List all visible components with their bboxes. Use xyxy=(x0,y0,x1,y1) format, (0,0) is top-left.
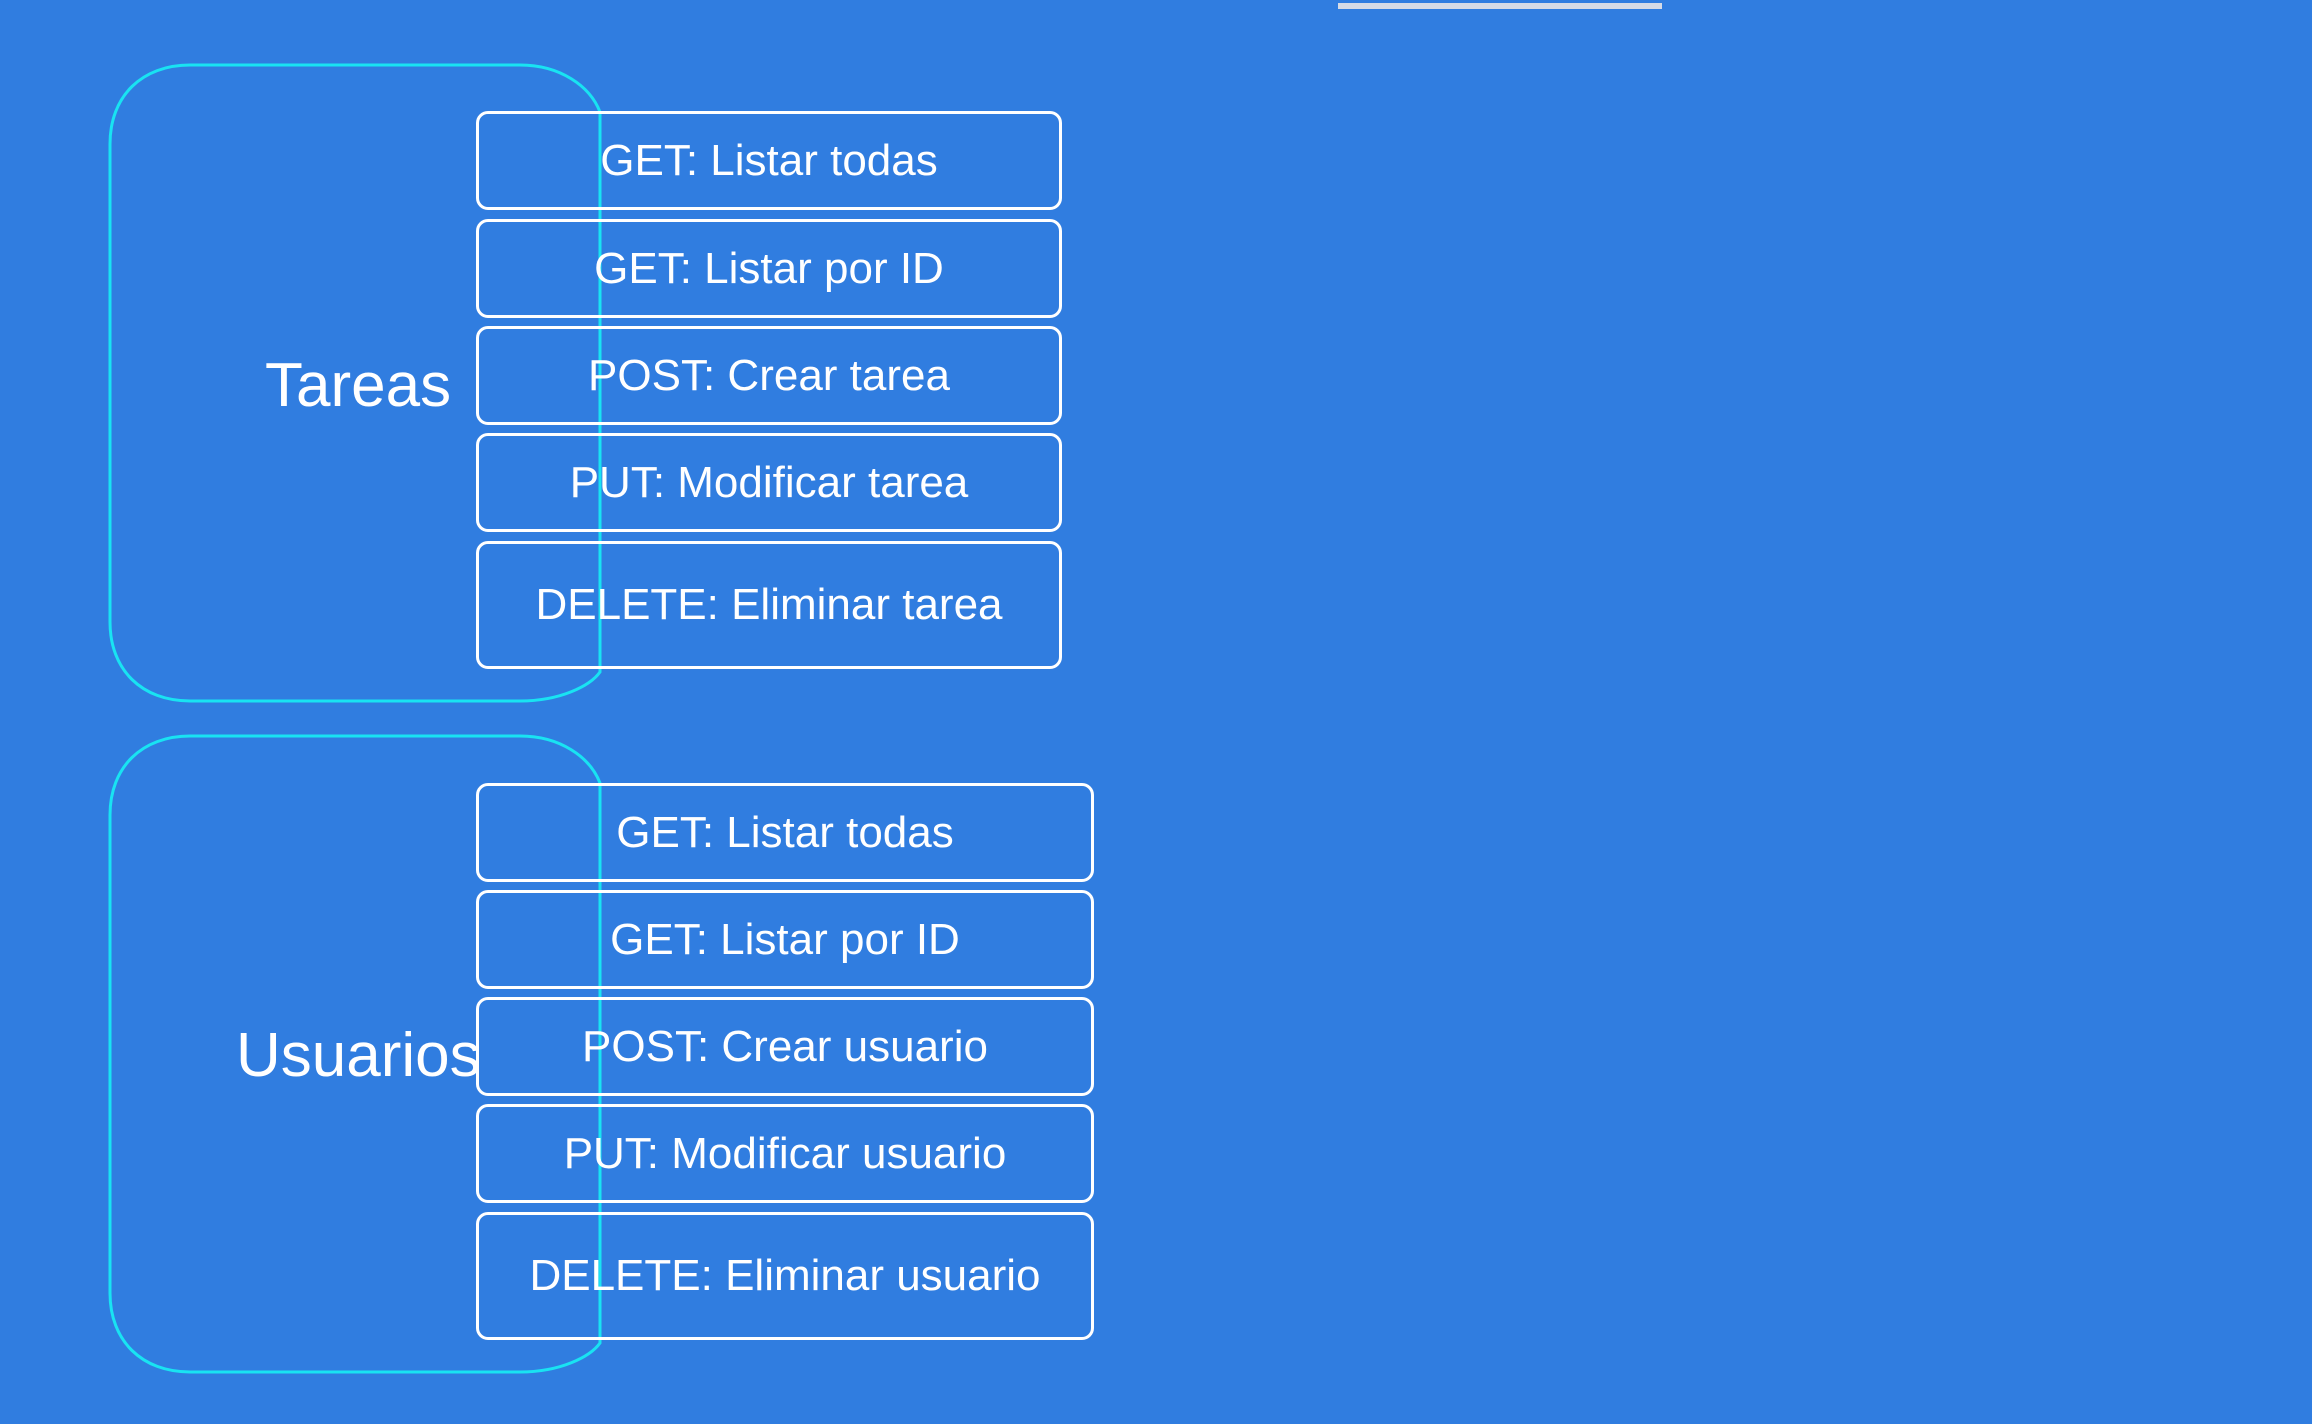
endpoint-get-by-id: GET: Listar por ID xyxy=(476,890,1094,989)
endpoint-put: PUT: Modificar usuario xyxy=(476,1104,1094,1203)
diagram-canvas: Tareas GET: Listar todas GET: Listar por… xyxy=(0,0,2312,1424)
endpoint-delete: DELETE: Eliminar usuario xyxy=(476,1212,1094,1340)
group-usuarios: Usuarios GET: Listar todas GET: Listar p… xyxy=(0,0,1200,1424)
endpoint-post: POST: Crear usuario xyxy=(476,997,1094,1096)
group-title: Usuarios xyxy=(236,1021,481,1090)
group-frame xyxy=(108,734,602,1374)
top-divider-bar xyxy=(1338,3,1662,9)
endpoint-get-all: GET: Listar todas xyxy=(476,783,1094,882)
